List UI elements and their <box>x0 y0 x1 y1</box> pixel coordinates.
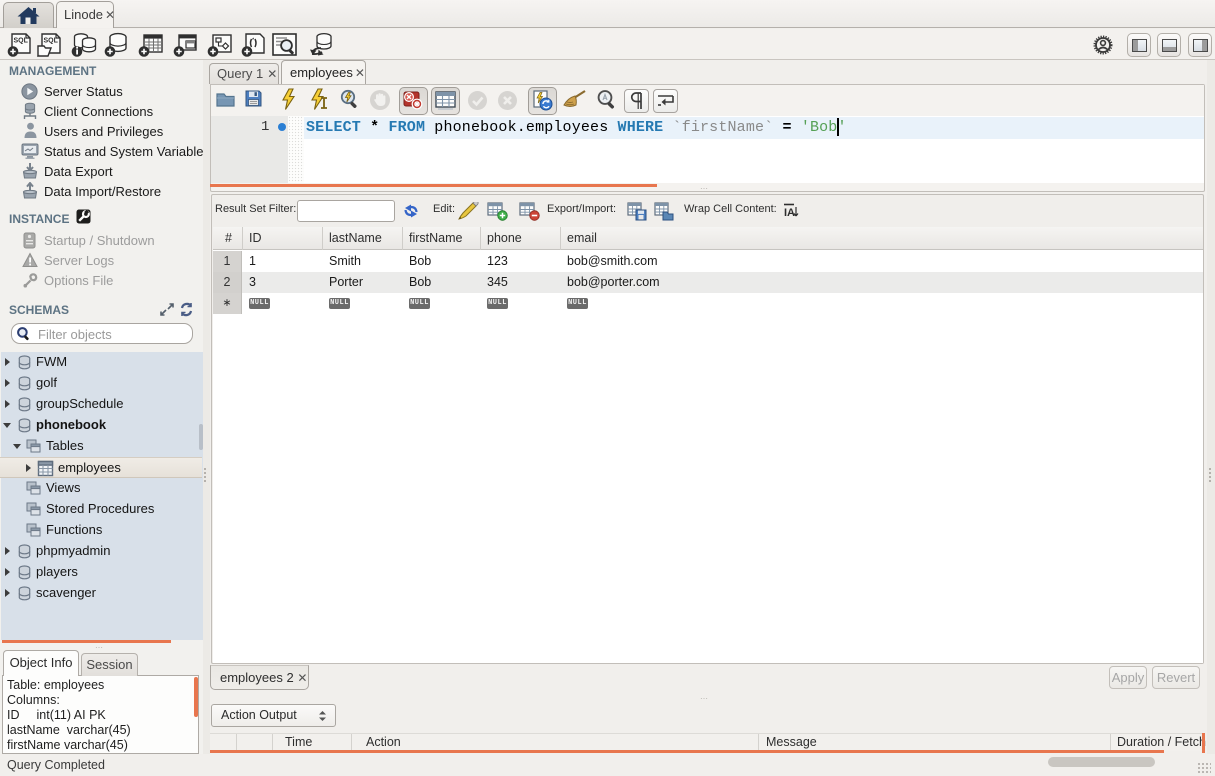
svg-text:SQL: SQL <box>44 38 59 45</box>
svg-text:SQL: SQL <box>14 38 29 45</box>
svg-text:IA: IA <box>784 207 795 219</box>
